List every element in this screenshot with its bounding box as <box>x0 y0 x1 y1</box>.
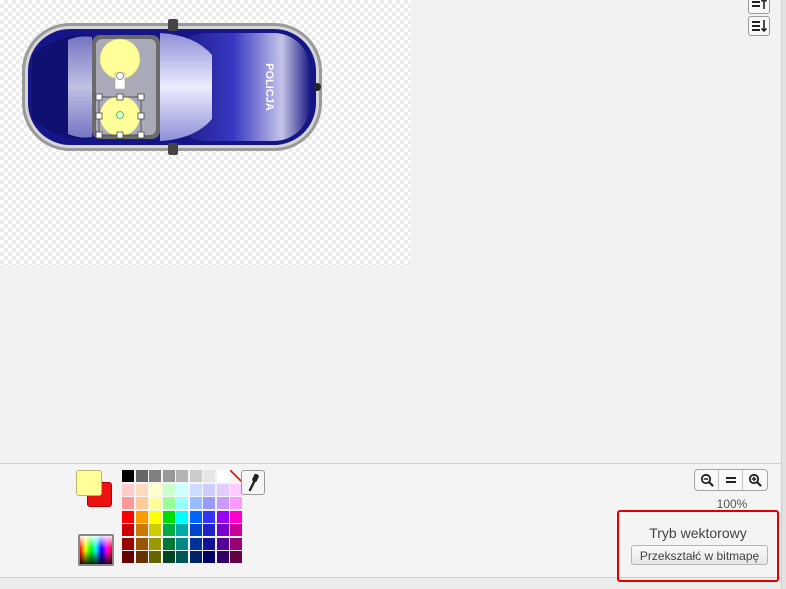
palette-cell[interactable] <box>149 510 161 523</box>
palette-cell[interactable] <box>176 497 188 509</box>
palette-cell[interactable] <box>216 470 229 482</box>
palette-cell[interactable] <box>216 497 229 509</box>
palette-cell[interactable] <box>203 524 215 536</box>
police-car-drawing[interactable]: POLICJA <box>20 15 325 160</box>
palette-cell[interactable] <box>203 497 215 509</box>
palette-cell[interactable] <box>135 497 148 509</box>
palette-cell[interactable] <box>189 510 202 523</box>
palette-cell[interactable] <box>216 510 229 523</box>
palette-cell[interactable] <box>230 510 242 523</box>
palette-cell[interactable] <box>216 537 229 550</box>
palette-cell[interactable] <box>203 483 215 496</box>
palette-cell[interactable] <box>135 524 148 536</box>
zoom-out-button[interactable] <box>695 470 719 490</box>
palette-cell[interactable] <box>122 537 134 550</box>
eyedropper-button[interactable] <box>241 470 265 495</box>
palette-cell[interactable] <box>135 510 148 523</box>
palette-cell[interactable] <box>162 537 175 550</box>
color-spectrum-picker[interactable] <box>78 534 114 566</box>
palette-cell[interactable] <box>230 551 242 563</box>
palette-cell[interactable] <box>122 470 134 482</box>
zoom-in-icon <box>748 473 762 487</box>
palette-cell[interactable] <box>149 524 161 536</box>
palette-cell[interactable] <box>162 510 175 523</box>
palette-cell[interactable] <box>176 470 188 482</box>
palette-cell[interactable] <box>176 524 188 536</box>
palette-cell[interactable] <box>149 497 161 509</box>
palette-cell[interactable] <box>135 470 148 482</box>
zoom-controls <box>694 469 768 491</box>
palette-cell[interactable] <box>189 537 202 550</box>
primary-color-swatch[interactable] <box>76 470 102 496</box>
palette-cell[interactable] <box>149 483 161 496</box>
palette-cell[interactable] <box>162 551 175 563</box>
palette-cell[interactable] <box>176 510 188 523</box>
zoom-out-icon <box>700 473 714 487</box>
palette-cell[interactable] <box>216 524 229 536</box>
palette-cell[interactable] <box>203 470 215 482</box>
zoom-level: 100% <box>716 497 748 511</box>
palette-cell[interactable] <box>135 483 148 496</box>
mode-title: Tryb wektorowy <box>649 525 747 541</box>
color-palette <box>122 470 242 563</box>
palette-cell[interactable] <box>216 483 229 496</box>
palette-cell[interactable] <box>162 497 175 509</box>
send-backward-button[interactable] <box>748 16 770 36</box>
palette-cell[interactable] <box>149 470 161 482</box>
layer-up-icon <box>752 0 768 9</box>
palette-cell[interactable] <box>176 551 188 563</box>
palette-cell[interactable] <box>189 497 202 509</box>
palette-cell[interactable] <box>189 483 202 496</box>
palette-cell[interactable] <box>203 510 215 523</box>
palette-cell[interactable] <box>162 470 175 482</box>
right-scrollbar[interactable] <box>781 0 786 589</box>
drawing-canvas[interactable]: POLICJA <box>0 0 410 265</box>
palette-cell[interactable] <box>203 551 215 563</box>
palette-cell[interactable] <box>176 537 188 550</box>
palette-cell[interactable] <box>122 551 134 563</box>
palette-cell[interactable] <box>176 483 188 496</box>
palette-cell[interactable] <box>122 510 134 523</box>
eyedropper-icon <box>248 473 259 492</box>
zoom-in-button[interactable] <box>743 470 767 490</box>
palette-cell[interactable] <box>162 483 175 496</box>
bring-forward-button[interactable] <box>748 0 770 14</box>
palette-cell[interactable] <box>216 551 229 563</box>
palette-cell[interactable] <box>122 497 134 509</box>
palette-cell[interactable] <box>135 537 148 550</box>
palette-cell[interactable] <box>122 483 134 496</box>
palette-cell[interactable] <box>189 524 202 536</box>
palette-cell[interactable] <box>149 537 161 550</box>
palette-cell[interactable] <box>189 470 202 482</box>
palette-cell[interactable] <box>230 537 242 550</box>
equals-icon <box>725 477 736 483</box>
palette-cell[interactable] <box>135 551 148 563</box>
palette-cell[interactable] <box>230 524 242 536</box>
zoom-reset-button[interactable] <box>719 470 743 490</box>
car-label: POLICJA <box>263 63 275 111</box>
layer-down-icon <box>752 20 768 33</box>
palette-cell[interactable] <box>149 551 161 563</box>
palette-cell[interactable] <box>122 524 134 536</box>
palette-cell[interactable] <box>203 537 215 550</box>
convert-to-bitmap-button[interactable]: Przekształć w bitmapę <box>631 545 768 565</box>
palette-cell[interactable] <box>230 497 242 509</box>
palette-cell[interactable] <box>162 524 175 536</box>
palette-cell[interactable] <box>189 551 202 563</box>
